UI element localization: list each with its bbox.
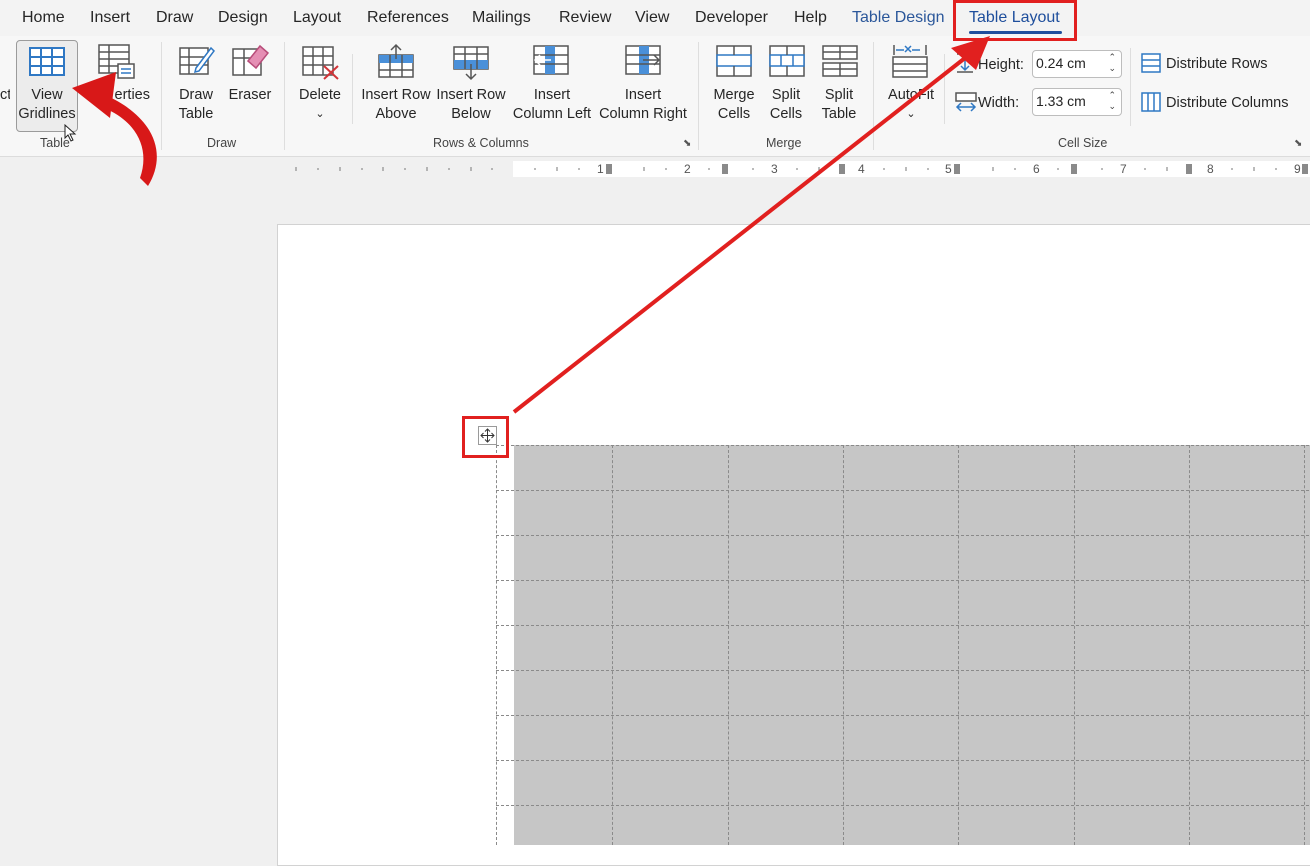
curved-arrow-head bbox=[72, 72, 116, 118]
annotation-arrows bbox=[72, 36, 990, 414]
diagonal-arrow-line bbox=[512, 56, 967, 414]
